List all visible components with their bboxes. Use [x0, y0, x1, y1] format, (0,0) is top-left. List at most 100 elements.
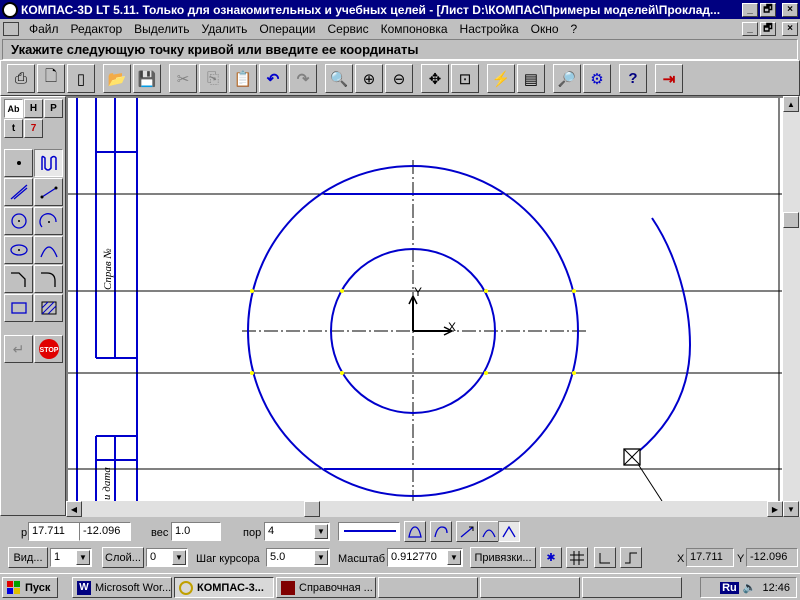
- polyline-icon[interactable]: [456, 521, 478, 542]
- undo-icon[interactable]: ↶: [259, 64, 287, 93]
- snaps-button[interactable]: Привязки...: [470, 547, 536, 568]
- enter-icon[interactable]: ↵: [4, 335, 33, 363]
- cut-icon[interactable]: ✂: [169, 64, 197, 93]
- chamfer-tool-icon[interactable]: [4, 265, 33, 293]
- menu-delete[interactable]: Удалить: [196, 22, 254, 36]
- menu-settings[interactable]: Настройка: [454, 22, 525, 36]
- context-help-icon[interactable]: ?: [619, 64, 647, 93]
- task-empty[interactable]: [480, 577, 580, 598]
- scroll-down-icon[interactable]: ▼: [783, 501, 799, 517]
- segment-tool-icon[interactable]: [34, 178, 63, 206]
- save-icon[interactable]: 💾: [133, 64, 161, 93]
- task-help[interactable]: Справочная ...: [276, 577, 376, 598]
- point-y-field[interactable]: -12.096: [79, 522, 131, 541]
- menu-operations[interactable]: Операции: [253, 22, 321, 36]
- drawing-canvas[interactable]: Справ № и дата Y X: [66, 96, 783, 502]
- fillet-tool-icon[interactable]: [34, 265, 63, 293]
- tab-dimensions[interactable]: H: [24, 99, 43, 118]
- open-folder-icon[interactable]: 📂: [103, 64, 131, 93]
- task-kompas[interactable]: КОМПАС-3...: [174, 577, 274, 598]
- speaker-icon[interactable]: 🔈: [743, 581, 757, 594]
- library-icon[interactable]: ⚙: [583, 64, 611, 93]
- menu-window[interactable]: Окно: [525, 22, 565, 36]
- horizontal-scroll-thumb[interactable]: [304, 501, 320, 517]
- point-tool-icon[interactable]: [4, 149, 33, 177]
- horizontal-scrollbar[interactable]: ◀ ▶: [66, 501, 783, 517]
- exit-icon[interactable]: ⇥: [655, 64, 683, 93]
- tab-designations[interactable]: t: [4, 119, 23, 138]
- view-button[interactable]: Вид...: [8, 547, 48, 568]
- task-empty[interactable]: [582, 577, 682, 598]
- print-preview-icon[interactable]: ⎙: [7, 64, 35, 93]
- layers-icon[interactable]: ▤: [517, 64, 545, 93]
- paste-icon[interactable]: 📋: [229, 64, 257, 93]
- copy-icon[interactable]: ⎘: [199, 64, 227, 93]
- new-document-icon[interactable]: 🗋: [37, 64, 65, 93]
- close-button[interactable]: ×: [782, 2, 798, 17]
- zoom-all-icon[interactable]: ⊡: [451, 64, 479, 93]
- pan-icon[interactable]: ✥: [421, 64, 449, 93]
- menu-select[interactable]: Выделить: [128, 22, 195, 36]
- kompas-app-icon[interactable]: [2, 1, 18, 18]
- intersection-point: [572, 371, 576, 375]
- circle-tool-icon[interactable]: [4, 207, 33, 235]
- tab-measure[interactable]: 7: [24, 119, 43, 138]
- rectangle-tool-icon[interactable]: [4, 294, 33, 322]
- start-button[interactable]: Пуск: [2, 577, 58, 598]
- layer-button[interactable]: Слой...: [102, 547, 144, 568]
- spline-curve[interactable]: [637, 217, 692, 453]
- curve-type-icon[interactable]: [478, 521, 500, 542]
- view-dropdown-icon[interactable]: ▼: [76, 550, 90, 565]
- line-tool-icon[interactable]: [4, 178, 33, 206]
- grid-icon[interactable]: [566, 547, 588, 568]
- preview-icon[interactable]: 🔎: [553, 64, 581, 93]
- vertical-scroll-thumb[interactable]: [783, 212, 799, 228]
- minimize-button[interactable]: _: [742, 2, 758, 17]
- order-dropdown-icon[interactable]: ▼: [314, 524, 328, 539]
- layer-dropdown-icon[interactable]: ▼: [172, 550, 186, 565]
- stop-button[interactable]: STOP: [34, 335, 63, 363]
- new-sheet-icon[interactable]: ▯: [67, 64, 95, 93]
- closed-curve-icon[interactable]: [430, 521, 452, 542]
- snap-curve-icon[interactable]: [498, 521, 520, 542]
- menu-service[interactable]: Сервис: [322, 22, 375, 36]
- scroll-up-icon[interactable]: ▲: [783, 96, 799, 112]
- language-indicator[interactable]: Ru: [720, 581, 739, 594]
- redo-icon[interactable]: ↷: [289, 64, 317, 93]
- task-empty[interactable]: [378, 577, 478, 598]
- scale-dropdown-icon[interactable]: ▼: [447, 550, 461, 565]
- line-style-field[interactable]: [338, 522, 400, 541]
- bezier-tool-icon[interactable]: [34, 236, 63, 264]
- vertical-scrollbar[interactable]: ▲ ▼: [783, 96, 800, 517]
- menu-layout[interactable]: Компоновка: [375, 22, 454, 36]
- open-curve-icon[interactable]: [404, 521, 426, 542]
- zoom-out-icon[interactable]: ⊖: [385, 64, 413, 93]
- tab-parameters[interactable]: P: [44, 99, 63, 118]
- doc-minimize-button[interactable]: _: [742, 22, 758, 36]
- scroll-left-icon[interactable]: ◀: [66, 501, 82, 517]
- menu-file[interactable]: Файл: [23, 22, 65, 36]
- ellipse-tool-icon[interactable]: [4, 236, 33, 264]
- document-icon[interactable]: [3, 22, 19, 36]
- doc-close-button[interactable]: ×: [782, 22, 798, 36]
- intersection-point: [484, 371, 488, 375]
- restore-button[interactable]: 🗗: [760, 2, 776, 17]
- ortho-mode-icon[interactable]: [620, 547, 642, 568]
- doc-restore-button[interactable]: 🗗: [760, 22, 776, 36]
- scroll-right-icon[interactable]: ▶: [767, 501, 783, 517]
- weight-field[interactable]: 1.0: [171, 522, 221, 541]
- tab-geometry[interactable]: Ab: [4, 99, 23, 118]
- snap-grid-icon[interactable]: ✱: [540, 547, 562, 568]
- menu-help[interactable]: ?: [565, 22, 584, 36]
- spline-tool-icon[interactable]: [34, 149, 63, 177]
- local-cs-icon[interactable]: [594, 547, 616, 568]
- menu-editor[interactable]: Редактор: [65, 22, 129, 36]
- arc-tool-icon[interactable]: [34, 207, 63, 235]
- refresh-icon[interactable]: ⚡: [487, 64, 515, 93]
- point-x-field[interactable]: 17.711: [28, 522, 80, 541]
- task-word[interactable]: W Microsoft Wor...: [72, 577, 172, 598]
- hatch-tool-icon[interactable]: [34, 294, 63, 322]
- zoom-window-icon[interactable]: 🔍: [325, 64, 353, 93]
- zoom-in-icon[interactable]: ⊕: [355, 64, 383, 93]
- step-dropdown-icon[interactable]: ▼: [314, 550, 328, 565]
